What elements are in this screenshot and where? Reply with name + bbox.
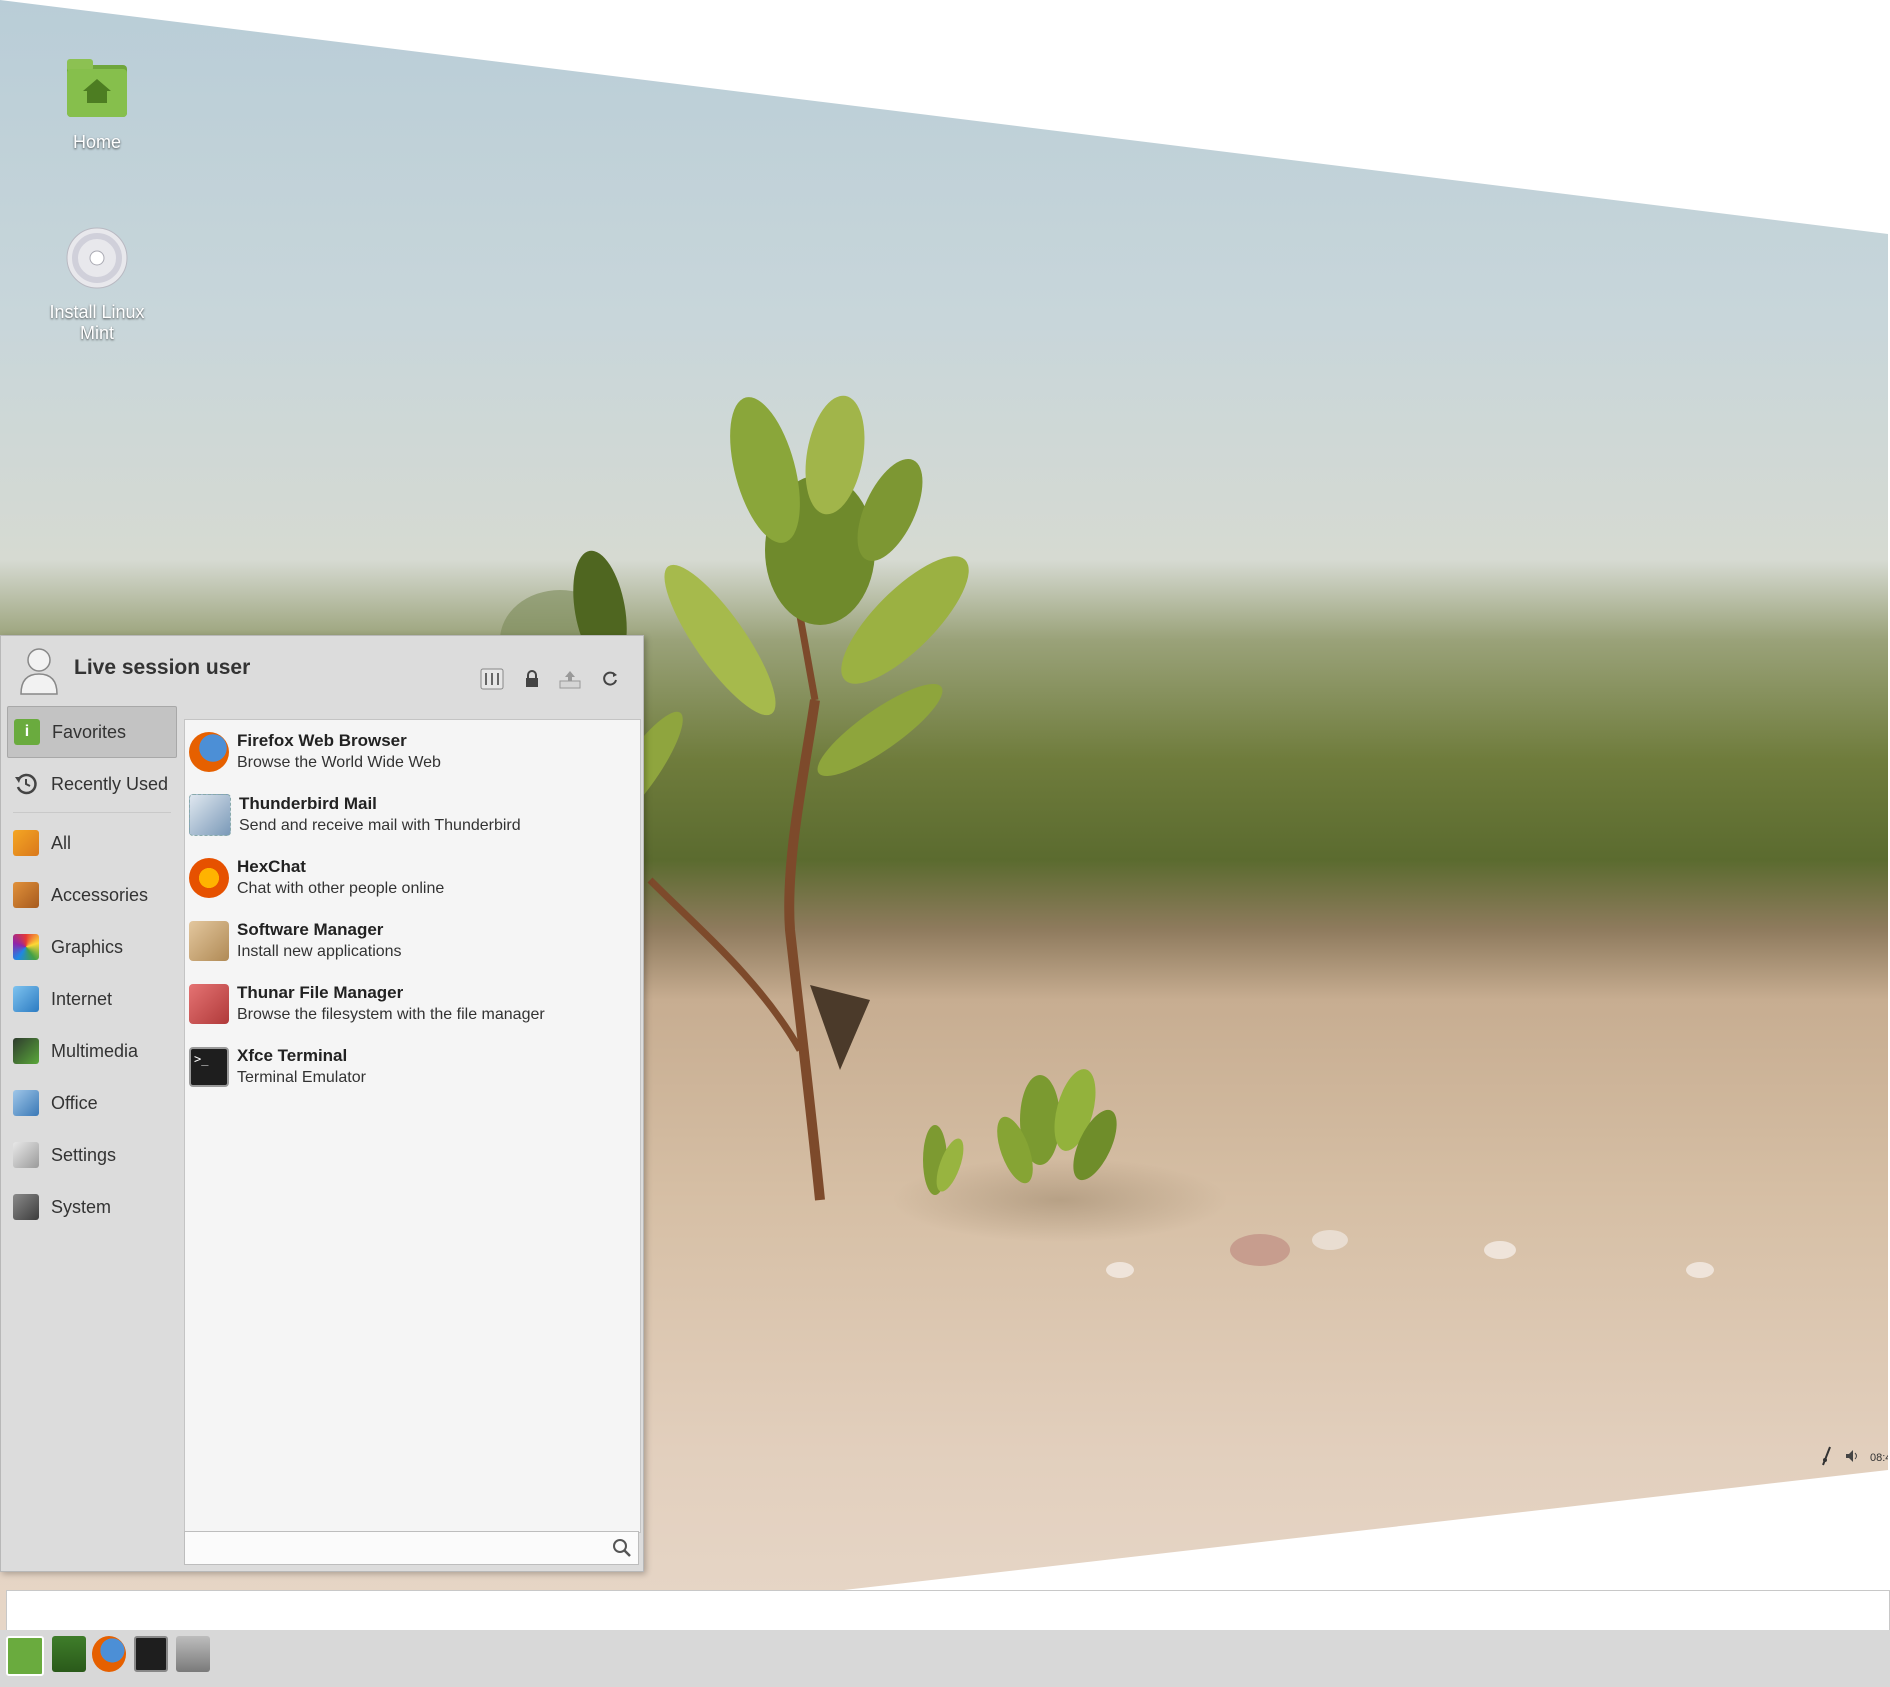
menu-header: Live session user: [1, 636, 643, 706]
user-name: Live session user: [74, 656, 251, 679]
switch-user-icon[interactable]: [557, 666, 583, 692]
category-list: i Favorites Recently Used All Accessorie…: [7, 706, 177, 1233]
favorites-icon: i: [14, 719, 40, 745]
graphics-icon: [13, 934, 39, 960]
app-item-software-manager[interactable]: Software Manager Install new applications: [185, 909, 640, 972]
terminal-launcher-icon[interactable]: [134, 1636, 168, 1672]
category-label: Favorites: [52, 721, 127, 742]
app-name: HexChat: [237, 856, 306, 876]
category-internet[interactable]: Internet: [7, 973, 177, 1025]
category-favorites[interactable]: i Favorites: [7, 706, 177, 758]
category-label: Graphics: [51, 936, 124, 957]
system-icon: [13, 1194, 39, 1220]
desktop-icon-home[interactable]: Home: [32, 55, 162, 153]
category-office[interactable]: Office: [7, 1077, 177, 1129]
taskbar-strip: [6, 1590, 1890, 1632]
all-apps-icon: [13, 830, 39, 856]
show-desktop-icon[interactable]: [52, 1636, 86, 1672]
app-name: Thunderbird Mail: [239, 793, 377, 813]
app-item-firefox[interactable]: Firefox Web Browser Browse the World Wide…: [185, 720, 640, 783]
system-tray: 08:48: [1820, 1446, 1888, 1469]
category-label: System: [51, 1196, 112, 1217]
category-separator: [13, 812, 171, 813]
category-multimedia[interactable]: Multimedia: [7, 1025, 177, 1077]
hexchat-icon: [189, 857, 229, 898]
category-settings[interactable]: Settings: [7, 1129, 177, 1181]
search-icon: [612, 1538, 632, 1558]
app-item-hexchat[interactable]: HexChat Chat with other people online: [185, 846, 640, 909]
app-description: Terminal Emulator: [237, 1068, 366, 1086]
accessories-icon: [13, 882, 39, 908]
category-label: All: [51, 832, 72, 853]
app-description: Browse the filesystem with the file mana…: [237, 1005, 545, 1023]
category-label: Multimedia: [51, 1040, 139, 1061]
files-launcher-icon[interactable]: [176, 1636, 210, 1672]
log-out-icon[interactable]: [597, 666, 623, 692]
app-description: Send and receive mail with Thunderbird: [239, 816, 521, 834]
desktop-icon-label: Install Linux Mint: [49, 302, 145, 343]
category-label: Office: [51, 1092, 98, 1113]
install-disc-icon: [32, 225, 162, 296]
desktop-icon-install[interactable]: Install Linux Mint: [32, 225, 162, 344]
recent-icon: [13, 771, 39, 797]
office-icon: [13, 1090, 39, 1116]
desktop-icon-label: Home: [72, 132, 121, 152]
terminal-icon: >_: [189, 1046, 229, 1087]
search-input[interactable]: [184, 1531, 639, 1565]
home-folder-icon: [32, 55, 162, 126]
taskbar: [0, 1630, 1890, 1687]
app-item-thunderbird[interactable]: Thunderbird Mail Send and receive mail wi…: [185, 783, 640, 846]
thunderbird-icon: [189, 793, 231, 836]
app-item-thunar[interactable]: Thunar File Manager Browse the filesystem…: [185, 972, 640, 1035]
app-description: Browse the World Wide Web: [237, 753, 441, 771]
user-avatar-icon[interactable]: [19, 646, 59, 696]
category-all[interactable]: All: [7, 817, 177, 869]
category-recently-used[interactable]: Recently Used: [7, 758, 177, 810]
multimedia-icon: [13, 1038, 39, 1064]
app-description: Install new applications: [237, 942, 402, 960]
app-description: Chat with other people online: [237, 879, 445, 897]
internet-icon: [13, 986, 39, 1012]
software-manager-icon: [189, 920, 229, 961]
category-label: Internet: [51, 988, 113, 1009]
app-item-xfce-terminal[interactable]: >_ Xfce Terminal Terminal Emulator: [185, 1035, 640, 1098]
app-name: Xfce Terminal: [237, 1045, 348, 1065]
category-label: Accessories: [51, 884, 149, 905]
network-icon[interactable]: [1820, 1446, 1834, 1469]
category-system[interactable]: System: [7, 1181, 177, 1233]
settings-icon: [13, 1142, 39, 1168]
category-label: Recently Used: [51, 773, 169, 794]
category-graphics[interactable]: Graphics: [7, 921, 177, 973]
lock-screen-icon[interactable]: [519, 666, 545, 692]
app-list: Firefox Web Browser Browse the World Wide…: [184, 719, 641, 1533]
whisker-menu: Live session user i Favorites Recently U…: [0, 635, 644, 1572]
category-accessories[interactable]: Accessories: [7, 869, 177, 921]
settings-manager-icon[interactable]: [479, 666, 505, 692]
clock[interactable]: 08:48: [1870, 1452, 1888, 1464]
firefox-launcher-icon[interactable]: [92, 1636, 126, 1672]
file-manager-icon: [189, 983, 229, 1024]
firefox-icon: [189, 731, 229, 772]
mint-menu-icon[interactable]: [6, 1636, 44, 1676]
app-name: Thunar File Manager: [237, 982, 404, 1002]
category-label: Settings: [51, 1144, 117, 1165]
app-name: Firefox Web Browser: [237, 730, 407, 750]
app-name: Software Manager: [237, 919, 384, 939]
volume-icon[interactable]: [1844, 1448, 1860, 1467]
